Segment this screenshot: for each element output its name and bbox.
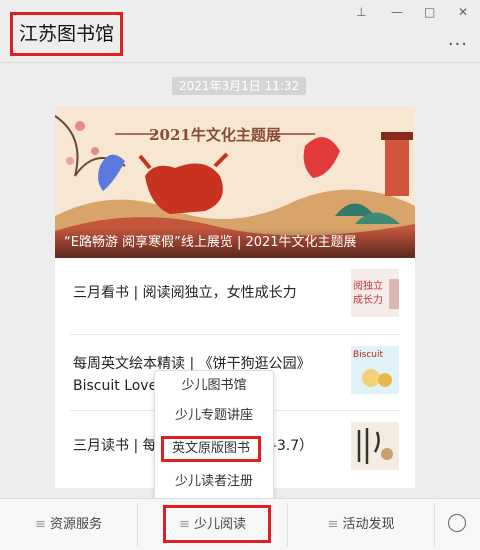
title-divider — [0, 62, 480, 63]
book-cover-icon: 阅独立 成长力 — [351, 269, 399, 317]
more-options-icon[interactable]: ··· — [448, 34, 468, 55]
svg-text:阅独立: 阅独立 — [353, 279, 383, 292]
account-name: 江苏图书馆 — [10, 12, 124, 56]
menu-activities[interactable]: ≡ 活动发现 — [288, 499, 434, 550]
list-item[interactable]: 三月看书 | 阅读阅独立，女性成长力 阅独立 成长力 — [70, 258, 400, 328]
submenu-item-children-lectures[interactable]: 少儿专题讲座 — [155, 403, 273, 429]
maximize-icon[interactable]: □ — [424, 4, 435, 20]
submenu-popup: 少儿图书馆 少儿专题讲座 英文原版图书 少儿读者注册 — [154, 370, 274, 500]
book-cover-icon — [351, 422, 399, 470]
submenu-item-reader-registration[interactable]: 少儿读者注册 — [155, 469, 273, 495]
menu-highlight-box — [163, 505, 271, 543]
submenu-item-children-library[interactable]: 少儿图书馆 — [155, 373, 273, 399]
hamburger-icon: ≡ — [327, 517, 339, 532]
keyboard-icon[interactable] — [448, 514, 466, 532]
submenu-item-english-books[interactable]: 英文原版图书 — [161, 436, 261, 462]
list-item-title: 三月看书 | 阅读阅独立，女性成长力 — [73, 285, 297, 301]
close-icon[interactable]: ✕ — [458, 4, 468, 20]
hero-caption-text: 2021牛文化主题展 — [149, 126, 281, 144]
picture-book-icon: Biscuit — [351, 346, 399, 394]
svg-text:Biscuit: Biscuit — [353, 350, 384, 360]
menu-separator — [434, 503, 435, 546]
menu-resources[interactable]: ≡ 资源服务 — [0, 499, 137, 550]
minimize-icon[interactable]: — — [391, 4, 403, 20]
hero-article-title[interactable]: “E路畅游 阅享寒假”线上展览 | 2021牛文化主题展 — [55, 228, 415, 258]
title-bar: 江苏图书馆 ⊥ — □ ✕ ··· — [0, 0, 480, 62]
hamburger-icon: ≡ — [35, 517, 46, 532]
message-timestamp: 2021年3月1日 11:32 — [172, 77, 307, 95]
svg-text:成长力: 成长力 — [353, 293, 383, 306]
hero-banner[interactable]: 2021牛文化主题展 “E路畅游 阅享寒假”线上展览 | 2021牛文化主题展 — [55, 106, 415, 258]
pin-icon[interactable]: ⊥ — [356, 4, 366, 20]
